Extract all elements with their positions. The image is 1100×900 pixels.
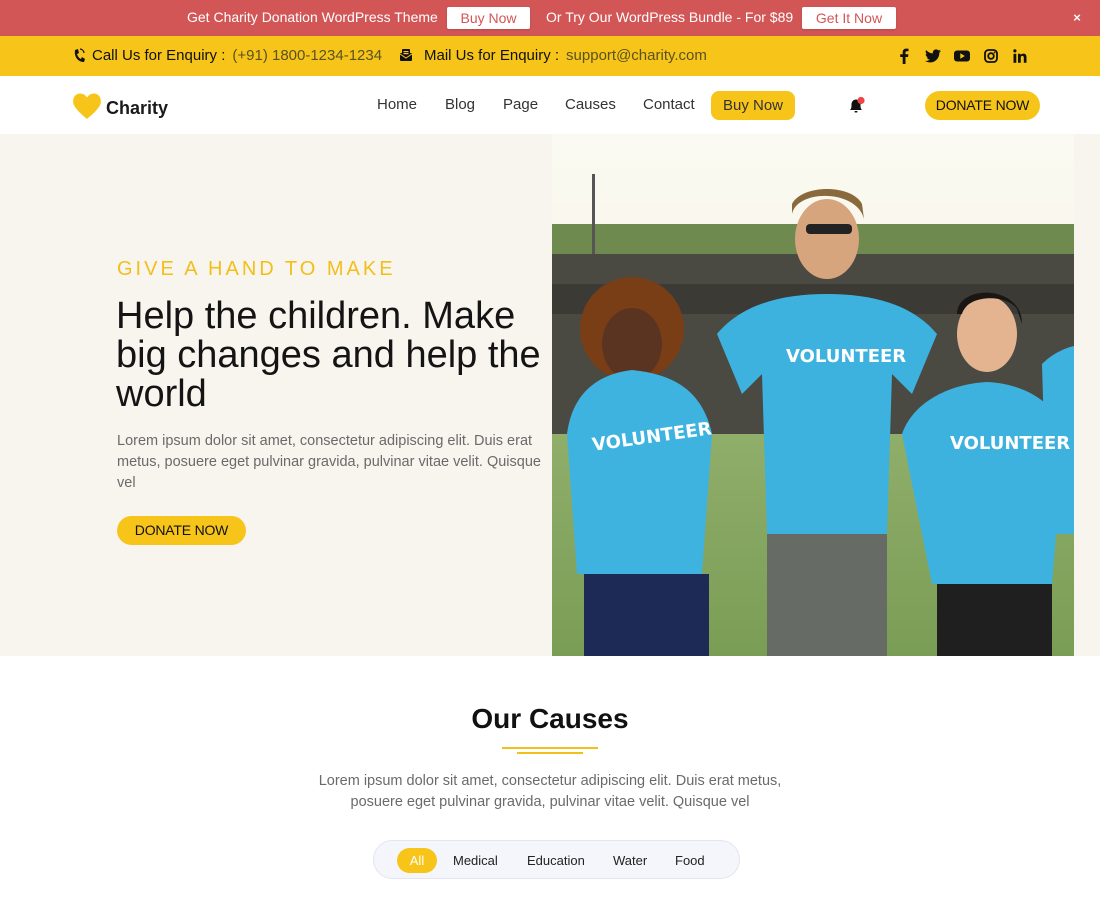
filter-tab-all[interactable]: All (397, 848, 437, 873)
nav-donate-now-button[interactable]: DONATE NOW (925, 91, 1040, 120)
nav-blog[interactable]: Blog (445, 96, 475, 113)
mail-icon (399, 48, 413, 64)
filter-tab-medical[interactable]: Medical (453, 848, 498, 873)
promo-buy-now-button[interactable]: Buy Now (447, 7, 530, 29)
bell-icon[interactable] (848, 96, 866, 116)
filter-tab-education[interactable]: Education (527, 848, 585, 873)
hero-title: Help the children. Make big changes and … (116, 295, 541, 415)
phone-label: Call Us for Enquiry : (92, 47, 226, 64)
nav-home[interactable]: Home (377, 96, 417, 113)
facebook-icon[interactable] (895, 47, 913, 65)
nav-buy-now-button[interactable]: Buy Now (711, 91, 795, 120)
youtube-icon[interactable] (953, 47, 971, 65)
hero-section: GIVE A HAND TO MAKE Help the children. M… (0, 134, 1100, 656)
causes-title: Our Causes (471, 703, 629, 734)
twitter-icon[interactable] (924, 47, 942, 65)
linkedin-icon[interactable] (1011, 47, 1029, 65)
nav-contact[interactable]: Contact (643, 96, 695, 113)
shirt-text: VOLUNTEER (786, 346, 906, 367)
logo-text: Charity (106, 98, 169, 118)
title-divider (502, 747, 598, 749)
hero-donate-now-button[interactable]: DONATE NOW (117, 516, 246, 545)
hero-volunteers-photo: VOLUNTEER VOLUNTEER VOLUNTEER (552, 134, 1074, 656)
nav-page[interactable]: Page (503, 96, 538, 113)
causes-filter-bar: All Medical Education Water Food (373, 840, 740, 879)
phone-icon (72, 47, 86, 64)
site-logo[interactable]: Charity (72, 93, 168, 124)
filter-tab-water[interactable]: Water (613, 848, 647, 873)
hero-eyebrow: GIVE A HAND TO MAKE (117, 258, 396, 280)
main-navbar: Charity Home Blog Page Causes Contact Bu… (0, 76, 1100, 134)
instagram-icon[interactable] (982, 47, 1000, 65)
hero-description: Lorem ipsum dolor sit amet, consectetur … (117, 433, 541, 491)
social-links (895, 46, 1040, 66)
close-icon[interactable]: × (1070, 10, 1084, 26)
promo-bar: Get Charity Donation WordPress Theme Buy… (0, 0, 1100, 36)
mail-enquiry: Mail Us for Enquiry : support@charity.co… (399, 47, 707, 64)
mail-address-link[interactable]: support@charity.com (566, 47, 707, 64)
promo-text: Get Charity Donation WordPress Theme (187, 9, 438, 25)
shirt-text: VOLUNTEER (950, 433, 1070, 454)
promo-get-it-now-button[interactable]: Get It Now (802, 7, 896, 29)
title-divider (517, 752, 583, 754)
filter-tab-food[interactable]: Food (675, 848, 705, 873)
phone-number-link[interactable]: (+91) 1800-1234-1234 (232, 47, 382, 64)
causes-description: Lorem ipsum dolor sit amet, consectetur … (318, 773, 782, 810)
promo-bundle-text: Or Try Our WordPress Bundle - For $89 (546, 9, 794, 25)
heart-icon (72, 93, 102, 124)
nav-causes[interactable]: Causes (565, 96, 616, 113)
mail-label: Mail Us for Enquiry : (424, 47, 560, 64)
phone-enquiry: Call Us for Enquiry : (+91) 1800-1234-12… (72, 47, 382, 64)
